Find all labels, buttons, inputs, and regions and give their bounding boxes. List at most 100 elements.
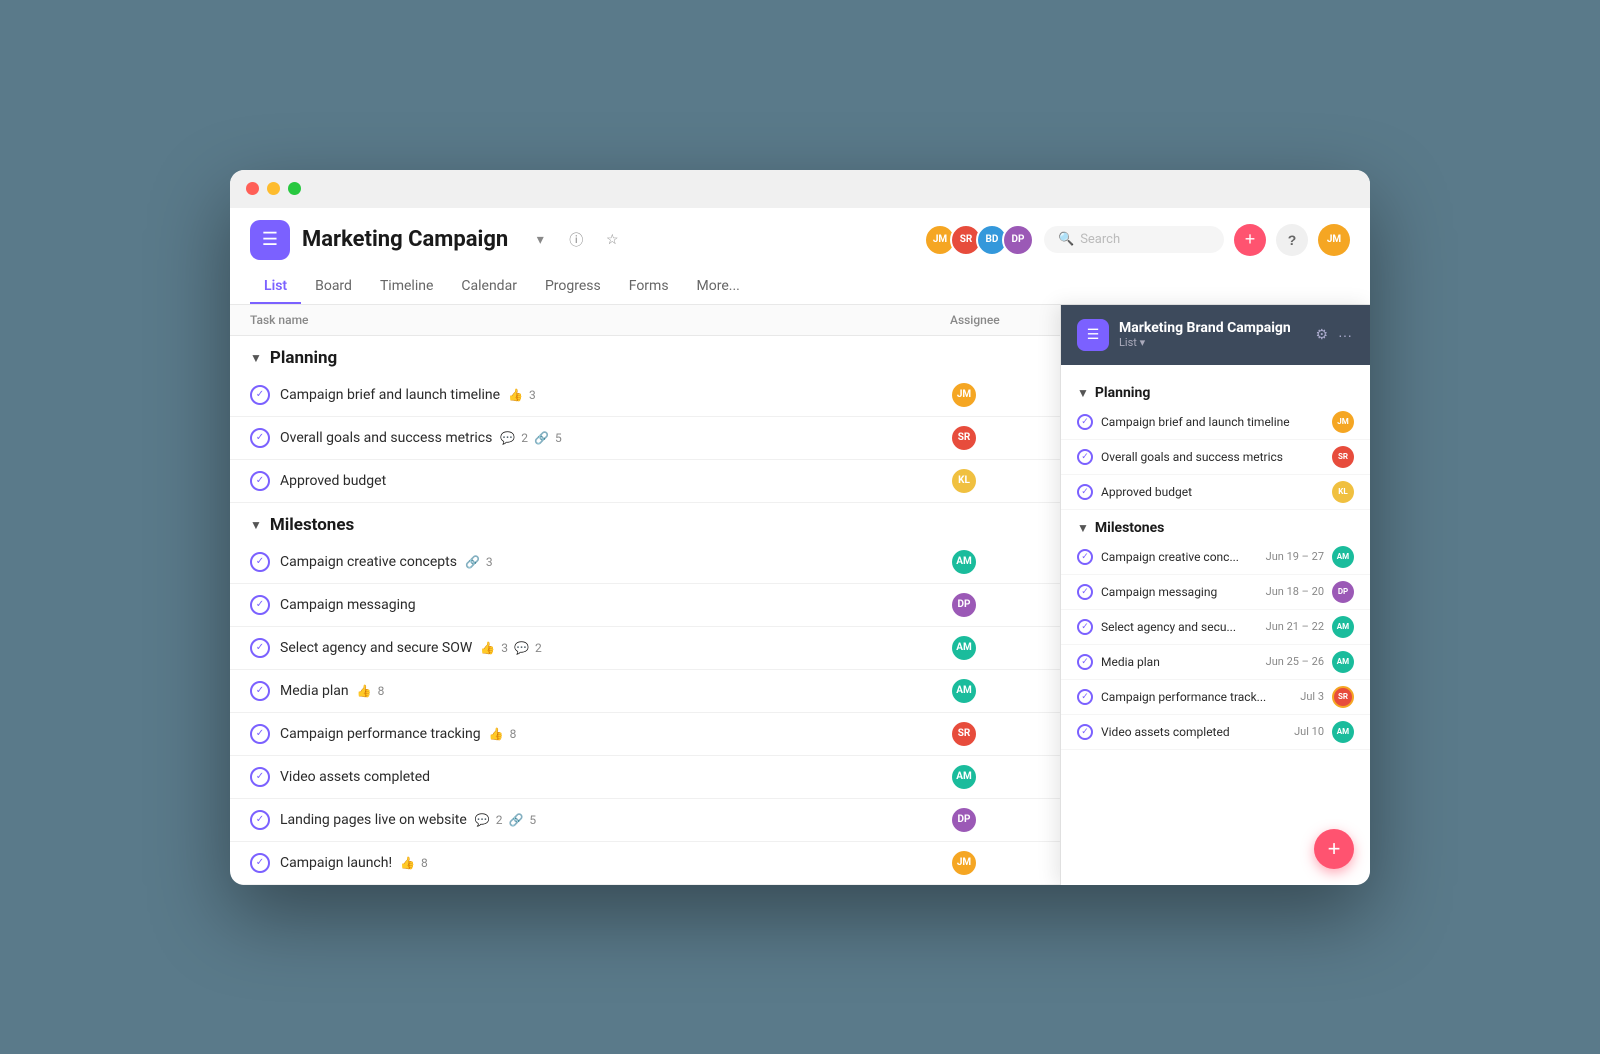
- like-icon: 👍: [480, 641, 495, 655]
- minimize-icon[interactable]: [267, 182, 280, 195]
- tab-calendar[interactable]: Calendar: [447, 270, 531, 304]
- like-count: 3: [501, 641, 508, 655]
- more-button[interactable]: ···: [1336, 324, 1354, 345]
- task-checkbox[interactable]: ✓: [250, 385, 270, 405]
- task-checkbox[interactable]: ✓: [250, 428, 270, 448]
- side-panel-header: ☰ Marketing Brand Campaign List ▾ ⚙ ···: [1061, 305, 1370, 365]
- like-count: 8: [510, 727, 517, 741]
- task-name: Campaign brief and launch timeline: [280, 387, 500, 403]
- main-content: Task name Assignee Due date Status ▼ Pla…: [230, 305, 1370, 885]
- assignee-avatar: DP: [950, 806, 978, 834]
- sp-milestones-title: Milestones: [1095, 520, 1164, 536]
- sp-task-row[interactable]: ✓ Approved budget KL: [1061, 475, 1370, 510]
- sp-task-row[interactable]: ✓ Campaign brief and launch timeline JM: [1061, 405, 1370, 440]
- sp-task-name: Select agency and secu...: [1101, 620, 1258, 634]
- sp-avatar: AM: [1332, 546, 1354, 568]
- sp-checkbox[interactable]: ✓: [1077, 584, 1093, 600]
- link-icon: 🔗: [465, 555, 480, 569]
- like-count: 3: [529, 388, 536, 402]
- search-placeholder: Search: [1080, 232, 1120, 247]
- search-icon: 🔍: [1058, 232, 1074, 247]
- sp-task-row[interactable]: ✓ Campaign creative conc... Jun 19 – 27 …: [1061, 540, 1370, 575]
- sp-checkbox[interactable]: ✓: [1077, 654, 1093, 670]
- sp-checkbox[interactable]: ✓: [1077, 449, 1093, 465]
- sp-chevron[interactable]: ▼: [1077, 386, 1089, 400]
- task-name: Media plan: [280, 683, 349, 699]
- planning-chevron[interactable]: ▼: [250, 351, 262, 365]
- sp-chevron[interactable]: ▼: [1077, 521, 1089, 535]
- assignee-avatar: AM: [950, 677, 978, 705]
- sp-avatar: JM: [1332, 411, 1354, 433]
- assignee-avatar: AM: [950, 763, 978, 791]
- sp-date: Jun 25 – 26: [1266, 655, 1324, 668]
- nav-tabs: List Board Timeline Calendar Progress Fo…: [250, 270, 1350, 304]
- link-count: 5: [555, 431, 562, 445]
- task-name: Campaign messaging: [280, 597, 416, 613]
- task-checkbox[interactable]: ✓: [250, 767, 270, 787]
- link-icon: 🔗: [534, 431, 549, 445]
- assignee-avatar: AM: [950, 548, 978, 576]
- task-checkbox[interactable]: ✓: [250, 853, 270, 873]
- task-checkbox[interactable]: ✓: [250, 810, 270, 830]
- project-title: Marketing Campaign: [302, 227, 508, 252]
- sp-task-row[interactable]: ✓ Overall goals and success metrics SR: [1061, 440, 1370, 475]
- sp-task-row[interactable]: ✓ Select agency and secu... Jun 21 – 22 …: [1061, 610, 1370, 645]
- sp-task-name: Media plan: [1101, 655, 1258, 669]
- help-button[interactable]: ?: [1276, 224, 1308, 256]
- task-checkbox[interactable]: ✓: [250, 595, 270, 615]
- sp-task-name: Campaign creative conc...: [1101, 550, 1258, 564]
- tab-progress[interactable]: Progress: [531, 270, 615, 304]
- sp-task-row[interactable]: ✓ Media plan Jun 25 – 26 AM: [1061, 645, 1370, 680]
- close-icon[interactable]: [246, 182, 259, 195]
- sp-checkbox[interactable]: ✓: [1077, 549, 1093, 565]
- task-checkbox[interactable]: ✓: [250, 724, 270, 744]
- assignee-avatar: DP: [950, 591, 978, 619]
- info-button[interactable]: ⓘ: [562, 226, 590, 254]
- tab-more[interactable]: More...: [683, 270, 754, 304]
- milestones-chevron[interactable]: ▼: [250, 518, 262, 532]
- sp-task-row[interactable]: ✓ Campaign performance track... Jul 3 SR: [1061, 680, 1370, 715]
- sp-checkbox[interactable]: ✓: [1077, 484, 1093, 500]
- task-checkbox[interactable]: ✓: [250, 681, 270, 701]
- sp-avatar: SR: [1332, 686, 1354, 708]
- filter-button[interactable]: ⚙: [1313, 324, 1330, 345]
- task-name: Approved budget: [280, 473, 386, 489]
- side-panel-title: Marketing Brand Campaign: [1119, 320, 1303, 336]
- sp-task-name: Approved budget: [1101, 485, 1324, 499]
- maximize-icon[interactable]: [288, 182, 301, 195]
- sp-checkbox[interactable]: ✓: [1077, 689, 1093, 705]
- link-count: 3: [486, 555, 493, 569]
- sp-task-row[interactable]: ✓ Campaign messaging Jun 18 – 20 DP: [1061, 575, 1370, 610]
- sp-task-row[interactable]: ✓ Video assets completed Jul 10 AM: [1061, 715, 1370, 750]
- sp-avatar: SR: [1332, 446, 1354, 468]
- like-count: 8: [421, 856, 428, 870]
- comment-icon: 💬: [475, 813, 490, 827]
- tab-forms[interactable]: Forms: [615, 270, 683, 304]
- tab-timeline[interactable]: Timeline: [366, 270, 447, 304]
- like-icon: 👍: [400, 856, 415, 870]
- dropdown-button[interactable]: ▾: [526, 226, 554, 254]
- tab-list[interactable]: List: [250, 270, 301, 304]
- tab-board[interactable]: Board: [301, 270, 366, 304]
- side-panel-body: ▼ Planning ✓ Campaign brief and launch t…: [1061, 365, 1370, 760]
- comment-count: 2: [496, 813, 503, 827]
- task-name: Campaign creative concepts: [280, 554, 457, 570]
- sp-checkbox[interactable]: ✓: [1077, 619, 1093, 635]
- user-avatar: JM: [1318, 224, 1350, 256]
- sp-date: Jun 19 – 27: [1266, 550, 1324, 563]
- comment-icon: 💬: [500, 431, 515, 445]
- task-checkbox[interactable]: ✓: [250, 471, 270, 491]
- sp-checkbox[interactable]: ✓: [1077, 724, 1093, 740]
- add-button[interactable]: +: [1234, 224, 1266, 256]
- milestones-title: Milestones: [270, 515, 354, 535]
- search-bar[interactable]: 🔍 Search: [1044, 226, 1224, 253]
- task-name: Video assets completed: [280, 769, 430, 785]
- star-button[interactable]: ☆: [598, 226, 626, 254]
- task-checkbox[interactable]: ✓: [250, 638, 270, 658]
- task-checkbox[interactable]: ✓: [250, 552, 270, 572]
- fab-add-button[interactable]: +: [1314, 829, 1354, 869]
- comment-icon: 💬: [514, 641, 529, 655]
- sp-checkbox[interactable]: ✓: [1077, 414, 1093, 430]
- sp-task-name: Video assets completed: [1101, 725, 1286, 739]
- side-panel-subtitle: List ▾: [1119, 336, 1303, 349]
